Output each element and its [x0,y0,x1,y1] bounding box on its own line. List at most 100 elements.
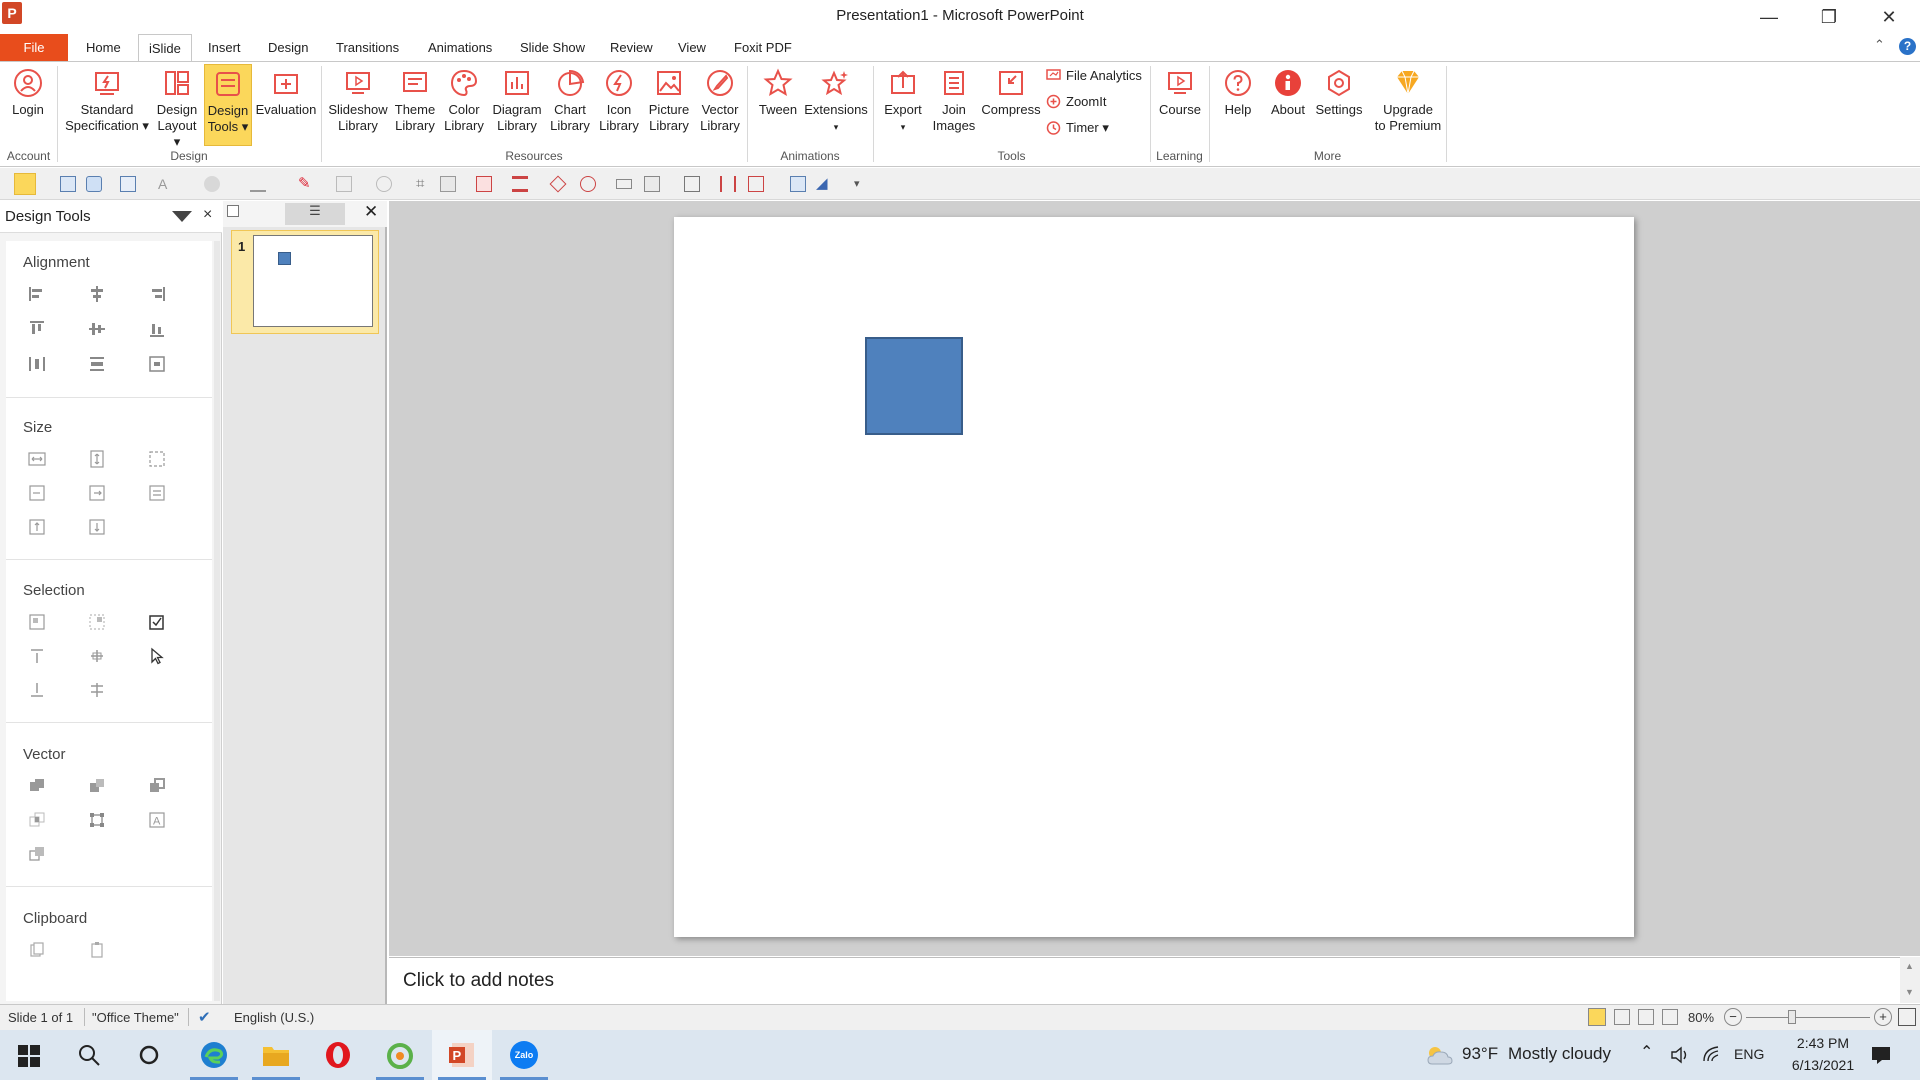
distribute-horizontal-icon[interactable] [28,355,46,373]
align-to-slide-icon[interactable] [148,355,166,373]
zoom-in-button[interactable]: + [1874,1008,1892,1026]
taskbar-opera[interactable] [308,1030,368,1080]
taskbar-powerpoint[interactable]: P [432,1030,492,1080]
taskbar-edge[interactable] [184,1030,244,1080]
layers-icon[interactable] [549,175,567,193]
extensions-button[interactable]: Extensions ▾ [804,68,868,135]
swap-size-icon[interactable] [148,484,166,502]
copy-format-icon[interactable] [86,176,102,192]
tween-button[interactable]: Tween [754,68,802,118]
slide-sorter-icon[interactable] [1614,1009,1630,1025]
taskbar-coccoc[interactable] [370,1030,430,1080]
notes-pane[interactable]: Click to add notes [389,957,1900,1003]
picture-library-button[interactable]: Picture Library [644,68,694,134]
compress-button[interactable]: Compress [980,68,1042,118]
slide-canvas[interactable] [674,217,1634,937]
settings-button[interactable]: Settings [1314,68,1364,118]
select-rows-icon[interactable] [88,681,106,699]
slide-icon[interactable] [60,176,76,192]
select-above-icon[interactable] [28,647,46,665]
zoom-level[interactable]: 80% [1688,1010,1714,1025]
crop-icon[interactable]: ⌗ [416,176,432,192]
resize-icon[interactable] [748,176,764,192]
combine-shapes-icon[interactable] [88,777,106,795]
copy-icon[interactable] [28,941,46,959]
text-to-shape-icon[interactable]: A [148,811,166,829]
fill-color-icon[interactable] [204,176,220,192]
tab-foxit-pdf[interactable]: Foxit PDF [724,34,802,61]
effect-icon[interactable] [376,176,392,192]
tab-slide-show[interactable]: Slide Show [510,34,595,61]
weather-temperature[interactable]: 93°F [1462,1044,1498,1064]
design-tools-toggle-icon[interactable] [14,173,36,195]
select-center-icon[interactable] [88,647,106,665]
normal-view-icon[interactable] [1588,1008,1606,1026]
zoom-slider-thumb[interactable] [1788,1010,1796,1024]
arrange-icon[interactable] [476,176,492,192]
tab-design[interactable]: Design [258,34,318,61]
chart-library-button[interactable]: Chart Library [546,68,594,134]
notes-scrollbar[interactable]: ▲ ▼ [1900,957,1920,1003]
edit-points-icon[interactable] [88,811,106,829]
join-images-button[interactable]: Join Images [930,68,978,134]
panel-close-icon[interactable]: × [203,206,212,224]
tab-home[interactable]: Home [76,34,131,61]
upgrade-premium-button[interactable]: Upgrade to Premium [1366,68,1450,134]
same-size-icon[interactable] [148,450,166,468]
about-button[interactable]: About [1264,68,1312,118]
notifications-icon[interactable] [1870,1044,1892,1066]
diagram-library-button[interactable]: Diagram Library [490,68,544,134]
help-icon[interactable]: ? [1899,38,1916,55]
close-button[interactable]: ✕ [1861,0,1917,34]
subtract-shapes-icon[interactable] [28,845,46,863]
rotate-icon[interactable] [580,176,596,192]
export-button[interactable]: Export ▾ [878,68,928,135]
clock-date[interactable]: 6/13/2021 [1776,1057,1870,1073]
language-indicator[interactable]: English (U.S.) [234,1010,314,1025]
scroll-up-icon[interactable]: ▲ [1905,961,1914,971]
extend-left-icon[interactable] [28,484,46,502]
align-middle-icon[interactable] [88,320,106,338]
minimize-button[interactable]: — [1741,0,1797,34]
textbox-icon[interactable] [616,179,632,189]
zoomit-button[interactable]: ZoomIt [1046,92,1106,112]
line-color-icon[interactable] [250,176,266,192]
distribute-icon[interactable] [512,176,528,192]
tab-animations[interactable]: Animations [418,34,502,61]
tab-review[interactable]: Review [600,34,663,61]
replace-icon[interactable] [684,176,700,192]
help-button[interactable]: Help [1214,68,1262,118]
fragment-shapes-icon[interactable] [148,777,166,795]
collapse-ribbon-icon[interactable]: ⌃ [1874,37,1885,53]
paste-icon[interactable] [88,941,106,959]
group-icon[interactable] [440,176,456,192]
zoom-slider-track[interactable] [1746,1017,1870,1018]
same-width-icon[interactable] [28,450,46,468]
design-layout-button[interactable]: Design Layout ▾ [154,68,200,150]
weather-description[interactable]: Mostly cloudy [1508,1044,1611,1064]
text-direction-icon[interactable]: ◢ [816,176,832,192]
spell-check-icon[interactable]: ✔ [198,1008,220,1026]
volume-icon[interactable] [1670,1046,1690,1064]
select-below-icon[interactable] [28,681,46,699]
taskbar-zalo[interactable]: Zalo [494,1030,554,1080]
windows-start-icon[interactable] [18,1045,40,1067]
eyedropper-icon[interactable]: ✎ [298,176,314,192]
zoom-out-button[interactable]: − [1724,1008,1742,1026]
color-library-button[interactable]: Color Library [440,68,488,134]
image-icon[interactable] [120,176,136,192]
taskbar-file-explorer[interactable] [246,1030,306,1080]
shadow-icon[interactable] [336,176,352,192]
union-shapes-icon[interactable] [28,777,46,795]
panel-options-chevron-icon[interactable] [172,211,192,222]
search-icon[interactable] [78,1044,100,1066]
outline-tab-icon[interactable]: ☰ [285,203,345,225]
align-left-icon[interactable] [28,285,46,303]
tab-view[interactable]: View [668,34,716,61]
export-image-icon[interactable] [790,176,806,192]
slides-tab-icon[interactable] [227,205,239,217]
font-color-icon[interactable]: A [158,176,174,192]
align-width-icon[interactable] [720,176,736,192]
weather-cloud-icon[interactable] [1424,1044,1454,1066]
slideshow-view-icon[interactable] [1662,1009,1678,1025]
